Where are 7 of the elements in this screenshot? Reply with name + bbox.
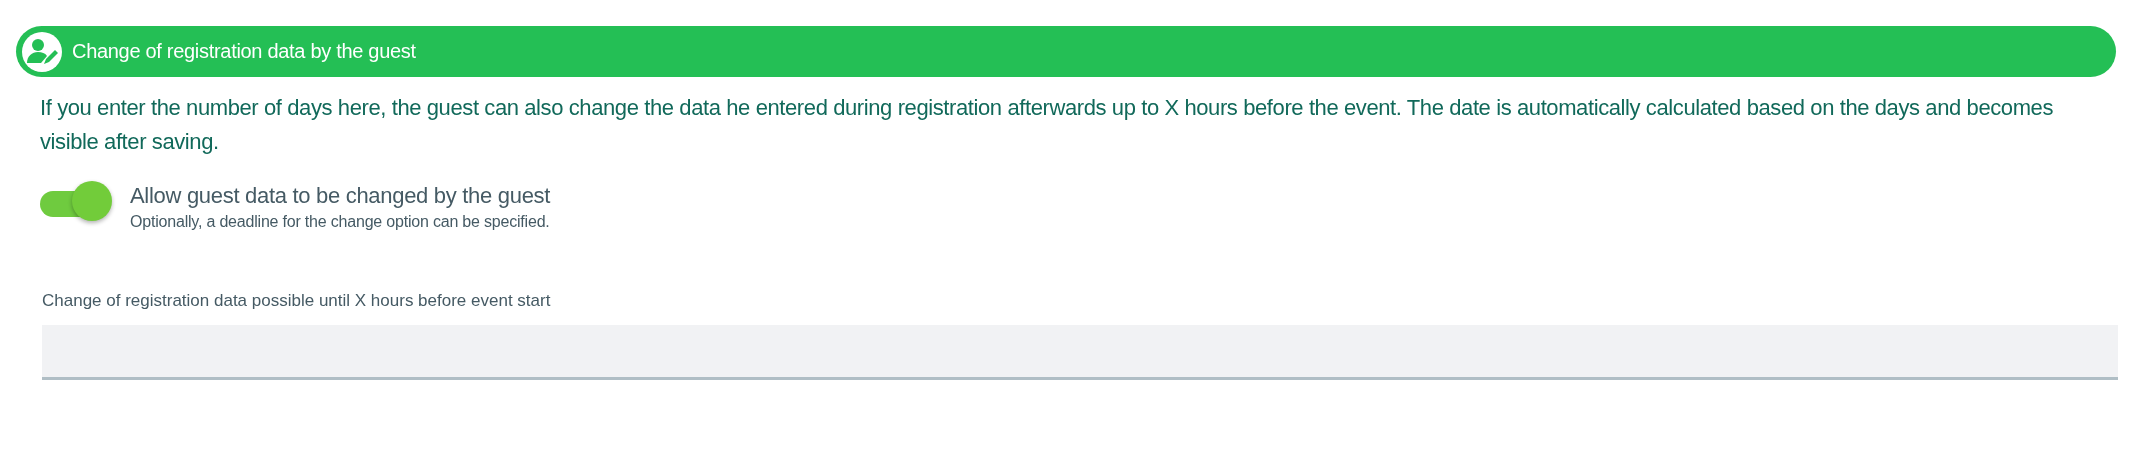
- toggle-label: Allow guest data to be changed by the guest: [130, 182, 551, 210]
- user-edit-icon: [22, 31, 62, 72]
- toggle-hint: Optionally, a deadline for the change option can be specified.: [130, 213, 551, 231]
- description-text: If you enter the number of days here, the guest can also change the data he entered during registration afterwards up to X hours before the event. The date is automatically calculated based on the days and becomes visible after saving.: [40, 94, 2055, 156]
- section-title: Change of registration data by the guest: [72, 40, 416, 63]
- input-field[interactable]: [42, 325, 2118, 380]
- field-label: Change of registration data possible until X hours before event start: [42, 291, 552, 311]
